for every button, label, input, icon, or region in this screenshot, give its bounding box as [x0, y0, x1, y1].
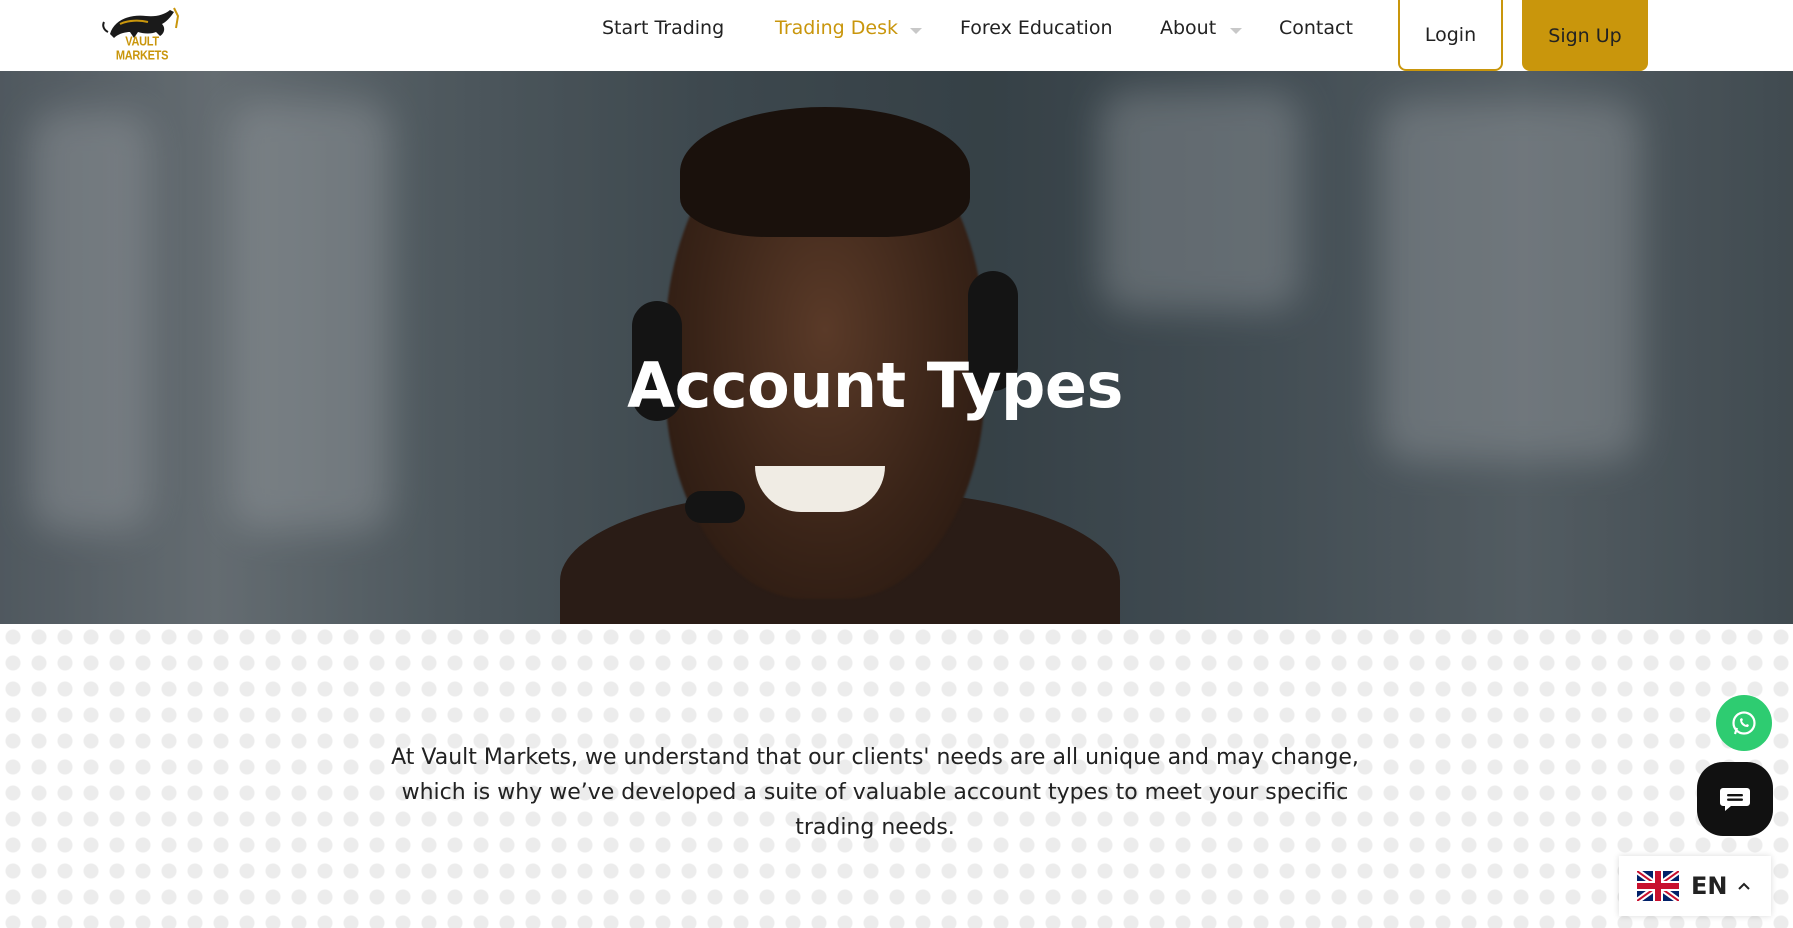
nav-start-trading[interactable]: Start Trading: [602, 17, 724, 39]
chevron-down-icon[interactable]: [1230, 28, 1242, 34]
whatsapp-icon: [1732, 711, 1756, 735]
chevron-up-icon: [1738, 882, 1751, 890]
vault-markets-logo[interactable]: VAULT MARKETS: [100, 6, 184, 63]
nav-about[interactable]: About: [1160, 17, 1216, 39]
microphone-icon: [685, 491, 745, 523]
language-selector[interactable]: EN: [1619, 856, 1771, 916]
background-blur: [230, 101, 390, 531]
chevron-down-icon[interactable]: [910, 28, 922, 34]
site-header: VAULT MARKETS Start Trading Trading Desk…: [0, 0, 1793, 71]
whatsapp-button[interactable]: [1716, 695, 1772, 751]
nav-forex-education[interactable]: Forex Education: [960, 17, 1113, 39]
hero-person-hair: [680, 107, 970, 237]
logo-wordmark: VAULT MARKETS: [115, 35, 169, 63]
chat-bubble-icon: [1720, 788, 1750, 811]
page-title: Account Types: [627, 349, 1123, 422]
background-blur: [30, 111, 150, 531]
nav-contact[interactable]: Contact: [1279, 17, 1353, 39]
background-blur: [1100, 91, 1300, 311]
main-content: At Vault Markets, we understand that our…: [0, 624, 1793, 928]
chat-button[interactable]: [1697, 762, 1773, 836]
login-button[interactable]: Login: [1398, 0, 1503, 71]
intro-paragraph: At Vault Markets, we understand that our…: [391, 745, 1359, 840]
nav-trading-desk[interactable]: Trading Desk: [775, 17, 898, 39]
language-code: EN: [1691, 872, 1728, 900]
uk-flag-icon: [1637, 871, 1679, 901]
sign-up-button[interactable]: Sign Up: [1522, 0, 1648, 71]
hero-banner: Account Types: [0, 71, 1793, 624]
